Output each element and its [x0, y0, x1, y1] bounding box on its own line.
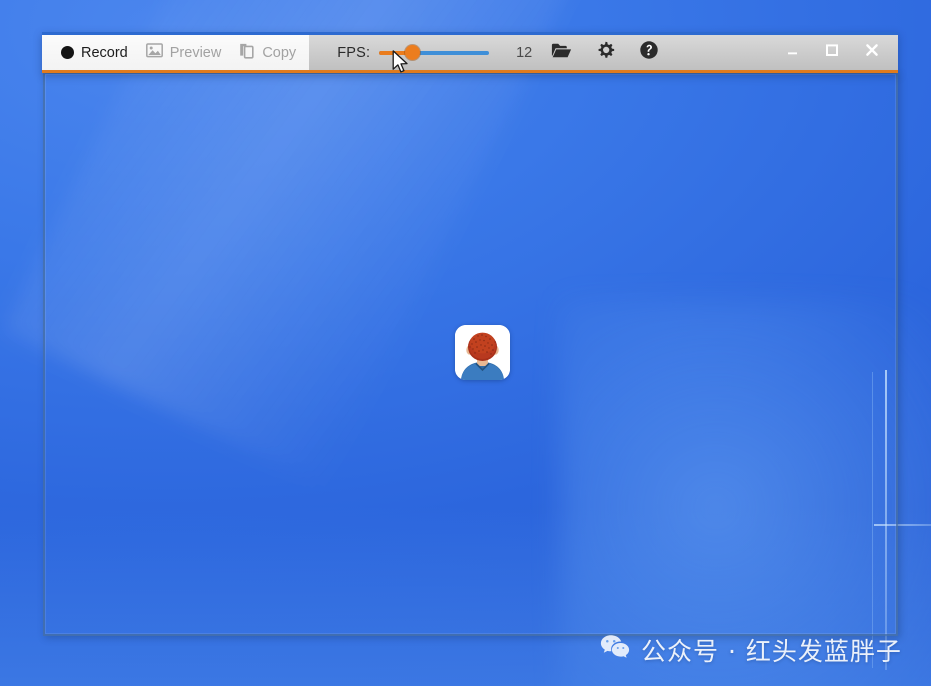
screen-root: Record Preview Copy FPS: 12 公众号 · 红头发蓝胖子 — [0, 0, 931, 686]
watermark: 公众号 · 红头发蓝胖子 — [600, 632, 902, 668]
image-icon — [145, 43, 163, 62]
open-folder-button[interactable] — [546, 38, 576, 68]
fps-control-group: FPS: 12 — [337, 44, 532, 62]
fps-slider[interactable] — [379, 44, 490, 62]
toolbar-middle-group: FPS: 12 — [309, 35, 772, 70]
copy-button[interactable]: Copy — [230, 39, 305, 67]
settings-button[interactable] — [590, 38, 620, 68]
record-button[interactable]: Record — [52, 41, 137, 65]
toolbar-left-group: Record Preview Copy — [42, 35, 310, 70]
close-icon — [865, 43, 879, 62]
fps-slider-handle[interactable] — [405, 45, 421, 60]
minimize-button[interactable] — [772, 35, 812, 70]
wechat-icon — [600, 634, 630, 666]
minimize-icon — [786, 44, 799, 62]
preview-button-label: Preview — [169, 44, 222, 61]
copy-button-label: Copy — [262, 44, 297, 61]
help-button[interactable] — [634, 38, 664, 68]
preview-button[interactable]: Preview — [137, 39, 231, 66]
maximize-icon — [825, 43, 839, 62]
open-folder-icon — [551, 42, 572, 64]
record-button-label: Record — [81, 44, 128, 61]
fps-value: 12 — [516, 44, 533, 61]
avatar[interactable] — [455, 325, 510, 380]
gear-icon — [596, 41, 615, 65]
recorder-toolbar-window: Record Preview Copy FPS: 12 — [42, 32, 898, 73]
help-icon — [639, 40, 659, 65]
window-controls-group — [772, 35, 898, 70]
maximize-button[interactable] — [812, 35, 852, 70]
close-button[interactable] — [852, 35, 892, 70]
fps-label: FPS: — [337, 44, 371, 61]
record-dot-icon — [61, 46, 74, 59]
avatar-image — [455, 325, 510, 380]
copy-icon — [239, 43, 255, 63]
watermark-text: 公众号 · 红头发蓝胖子 — [641, 637, 902, 666]
